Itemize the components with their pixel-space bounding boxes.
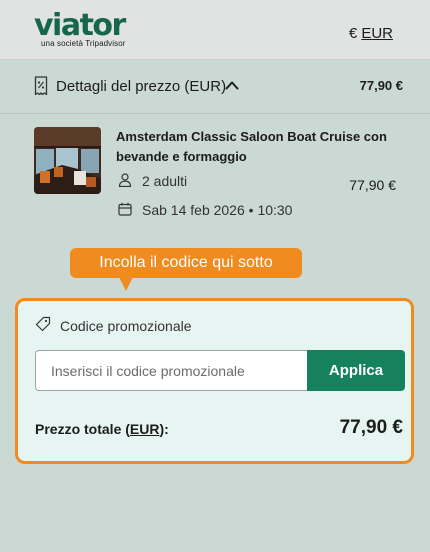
currency-code[interactable]: EUR bbox=[361, 25, 393, 42]
currency-symbol: € bbox=[348, 25, 358, 42]
promo-code-input[interactable] bbox=[35, 350, 307, 391]
price-details-title: Dettagli del prezzo (EUR) bbox=[56, 78, 227, 95]
calendar-icon bbox=[118, 202, 132, 216]
total-price-label: Prezzo totale (EUR): bbox=[35, 421, 169, 437]
chevron-up-icon[interactable] bbox=[225, 80, 239, 90]
total-price-value: 77,90 € bbox=[339, 417, 403, 438]
travelers-count: 2 adulti bbox=[142, 173, 188, 189]
tooltip-arrow bbox=[119, 277, 133, 291]
currency-selector[interactable]: € EUR bbox=[349, 25, 393, 42]
apply-button[interactable]: Applica bbox=[307, 350, 405, 391]
receipt-percent-icon bbox=[34, 76, 48, 96]
total-label-suffix: ): bbox=[159, 421, 169, 437]
item-price: 77,90 € bbox=[349, 177, 396, 193]
logo-wordmark: viator bbox=[34, 8, 126, 43]
person-icon bbox=[118, 173, 132, 187]
tour-date: Sab 14 feb 2026 • 10:30 bbox=[142, 202, 293, 218]
promo-code-section: Codice promozionale Applica Prezzo total… bbox=[15, 298, 414, 464]
tour-title: Amsterdam Classic Saloon Boat Cruise con… bbox=[116, 129, 387, 164]
booking-item: Amsterdam Classic Saloon Boat Cruise con… bbox=[0, 114, 430, 232]
price-details-total: 77,90 € bbox=[359, 78, 403, 93]
total-currency-link[interactable]: EUR bbox=[130, 421, 160, 437]
site-header: viator una società Tripadvisor € EUR bbox=[0, 0, 430, 60]
logo-tagline: una società Tripadvisor bbox=[41, 39, 126, 48]
tag-icon bbox=[35, 316, 51, 332]
promo-code-label: Codice promozionale bbox=[60, 318, 192, 334]
total-label-prefix: Prezzo totale ( bbox=[35, 421, 130, 437]
tour-thumbnail bbox=[34, 127, 101, 194]
viator-logo[interactable]: viator una società Tripadvisor bbox=[34, 8, 126, 49]
price-details-toggle[interactable]: Dettagli del prezzo (EUR) 77,90 € bbox=[0, 60, 430, 114]
paste-code-tooltip: Incolla il codice qui sotto bbox=[70, 248, 302, 278]
